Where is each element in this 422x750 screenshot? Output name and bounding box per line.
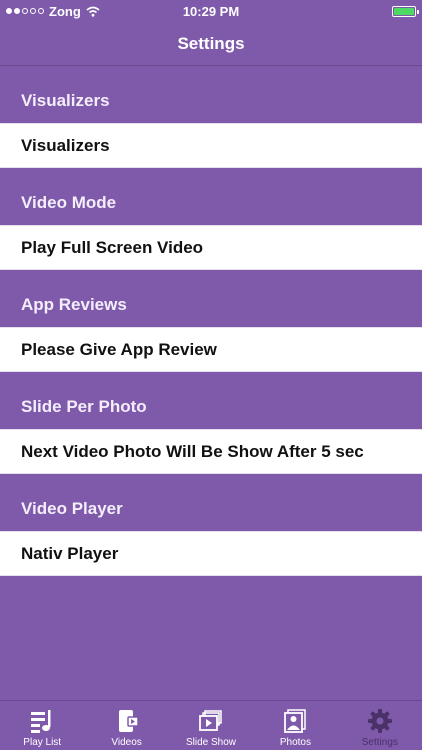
section-header-video-mode: Video Mode <box>21 193 117 212</box>
wifi-icon <box>86 6 100 17</box>
gear-icon <box>367 709 392 733</box>
carrier-label: Zong <box>49 3 81 19</box>
section-header-app-reviews: App Reviews <box>21 295 127 314</box>
battery-icon <box>392 5 419 17</box>
signal-strength-icon <box>6 8 44 14</box>
tab-label-play-list: Play List <box>23 737 62 748</box>
status-right <box>392 5 419 17</box>
section-header-video-player: Video Player <box>21 499 123 518</box>
row-app-review[interactable]: Please Give App Review <box>0 327 422 372</box>
slideshow-icon <box>199 710 222 731</box>
page-title: Settings <box>177 33 245 53</box>
status-bar: Zong 10:29 PM <box>0 0 422 22</box>
playlist-icon <box>31 710 51 733</box>
section-header-slide-per-photo: Slide Per Photo <box>21 397 147 416</box>
section-header-visualizers: Visualizers <box>21 91 110 110</box>
tab-slide-show[interactable]: Slide Show <box>169 701 253 750</box>
tab-label-settings: Settings <box>361 737 398 748</box>
tab-settings[interactable]: Settings <box>338 701 422 750</box>
row-play-full-screen-video[interactable]: Play Full Screen Video <box>0 225 422 270</box>
tab-bar: Play List Videos Slide Show Photos Setti… <box>0 700 422 750</box>
row-video-player[interactable]: Nativ Player <box>0 531 422 576</box>
row-visualizers[interactable]: Visualizers <box>0 123 422 168</box>
photos-icon <box>284 709 307 733</box>
tab-label-videos: Videos <box>111 737 142 748</box>
navigation-bar: Settings <box>0 22 422 66</box>
tab-photos[interactable]: Photos <box>253 701 337 750</box>
tab-label-photos: Photos <box>279 737 311 748</box>
tab-label-slide-show: Slide Show <box>186 737 237 748</box>
tab-videos[interactable]: Videos <box>84 701 168 750</box>
settings-list: Visualizers Visualizers Video Mode Play … <box>0 66 422 576</box>
row-slide-duration[interactable]: Next Video Photo Will Be Show After 5 se… <box>0 429 422 474</box>
tab-play-list[interactable]: Play List <box>0 701 84 750</box>
videos-icon <box>118 710 139 732</box>
status-left: Zong <box>6 4 100 19</box>
